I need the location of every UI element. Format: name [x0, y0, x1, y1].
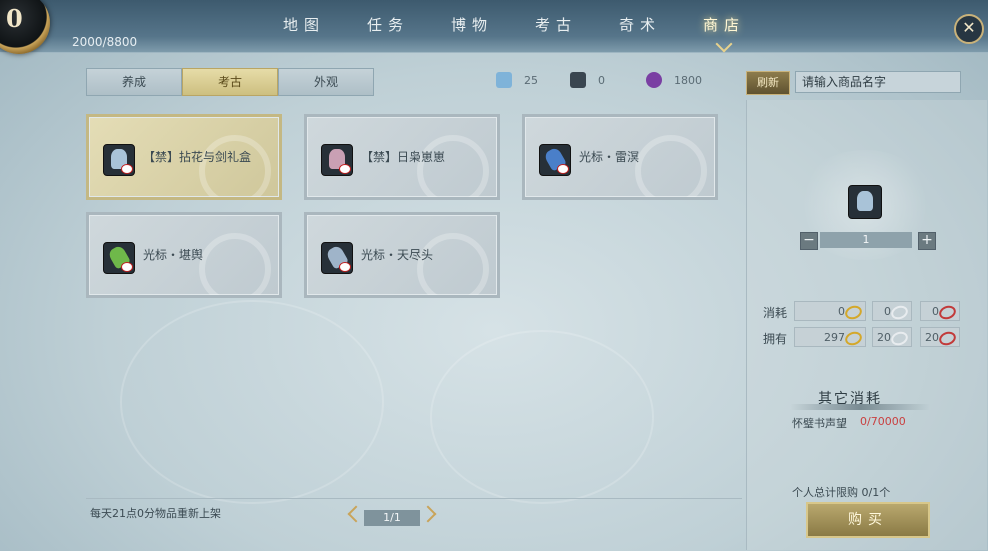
- quantity-field[interactable]: 1: [820, 232, 912, 248]
- cost-value: 0: [838, 305, 845, 318]
- item-card[interactable]: 光标・堪舆: [86, 212, 282, 298]
- item-name: 【禁】日枭崽崽: [361, 150, 446, 164]
- crystal-icon: [496, 72, 512, 88]
- item-card[interactable]: 【禁】日枭崽崽: [304, 114, 500, 200]
- red-coin-icon: [937, 303, 958, 322]
- tab-archaeology[interactable]: 考古: [182, 68, 278, 96]
- purchase-limit-text: 个人总计限购 0/1个: [792, 486, 891, 499]
- item-name: 光标・雷溟: [579, 150, 640, 164]
- nav-arts[interactable]: 奇术: [598, 14, 682, 42]
- owned-value: 20: [925, 331, 939, 344]
- cost-red: 0: [920, 301, 960, 322]
- owned-value: 297: [824, 331, 845, 344]
- currency-feather: 0: [570, 72, 605, 88]
- red-coin-icon: [937, 329, 958, 348]
- item-card[interactable]: 【禁】拈花与剑礼盒: [86, 114, 282, 200]
- emblem-value: 0: [6, 4, 23, 33]
- tab-cultivation[interactable]: 养成: [86, 68, 182, 96]
- background-swirl: [120, 300, 384, 504]
- owned-red: 20: [920, 327, 960, 348]
- reputation-label: 怀璧书声望: [792, 417, 847, 430]
- currency-orb: 1800: [646, 72, 702, 88]
- nav-museum[interactable]: 博物: [430, 14, 514, 42]
- feather-icon: [570, 72, 586, 88]
- character-icon: [103, 144, 135, 176]
- nav-shop[interactable]: 商店: [682, 14, 766, 42]
- owned-silver: 20: [872, 327, 912, 348]
- emblem-icon[interactable]: 0: [0, 0, 50, 54]
- card-swirl: [417, 135, 489, 197]
- progress-text: 2000/8800: [72, 35, 138, 49]
- cursor-icon: [321, 242, 353, 274]
- quantity-plus-button[interactable]: +: [918, 232, 936, 250]
- currency-value: 1800: [674, 73, 702, 87]
- cost-silver: 0: [872, 301, 912, 322]
- owned-gold: 297: [794, 327, 866, 348]
- reputation-value: 0/70000: [860, 415, 906, 428]
- item-name: 【禁】拈花与剑礼盒: [143, 150, 252, 164]
- owned-value: 20: [877, 331, 891, 344]
- brush-divider: [790, 404, 930, 410]
- gold-coin-icon: [843, 329, 864, 348]
- silver-coin-icon: [889, 329, 910, 348]
- cost-value: 0: [932, 305, 939, 318]
- orb-icon: [646, 72, 662, 88]
- preview-character-icon: [848, 185, 882, 219]
- item-name: 光标・堪舆: [143, 248, 204, 262]
- cost-gold: 0: [794, 301, 866, 322]
- top-bar: 0 2000/8800 地图 任务 博物 考古 奇术 商店 ✕: [0, 0, 988, 54]
- card-swirl: [635, 135, 707, 197]
- card-swirl: [199, 233, 271, 295]
- buy-button[interactable]: 购买: [806, 502, 930, 538]
- gold-coin-icon: [843, 303, 864, 322]
- page-indicator: 1/1: [364, 510, 420, 526]
- main-nav: 地图 任务 博物 考古 奇术 商店: [262, 14, 766, 42]
- item-card[interactable]: 光标・雷溟: [522, 114, 718, 200]
- nav-map[interactable]: 地图: [262, 14, 346, 42]
- currency-value: 25: [524, 73, 538, 87]
- item-card[interactable]: 光标・天尽头: [304, 212, 500, 298]
- tab-appearance[interactable]: 外观: [278, 68, 374, 96]
- refresh-button[interactable]: 刷新: [746, 71, 790, 95]
- restock-notice: 每天21点0分物品重新上架: [90, 507, 221, 520]
- nav-archaeology[interactable]: 考古: [514, 14, 598, 42]
- cursor-icon: [539, 144, 571, 176]
- quantity-minus-button[interactable]: −: [800, 232, 818, 250]
- currency-crystal: 25: [496, 72, 538, 88]
- cost-label: 消耗: [763, 306, 788, 320]
- currency-value: 0: [598, 73, 605, 87]
- card-swirl: [199, 135, 271, 197]
- background-swirl: [430, 330, 654, 504]
- silver-coin-icon: [889, 303, 910, 322]
- item-name: 光标・天尽头: [361, 248, 434, 262]
- close-button[interactable]: ✕: [954, 14, 984, 44]
- footer-divider: [86, 498, 742, 499]
- card-swirl: [417, 233, 489, 295]
- character-icon: [321, 144, 353, 176]
- owned-label: 拥有: [763, 332, 788, 346]
- next-page-icon[interactable]: [419, 505, 437, 523]
- cost-value: 0: [884, 305, 891, 318]
- search-input[interactable]: [795, 71, 961, 93]
- nav-tasks[interactable]: 任务: [346, 14, 430, 42]
- cursor-icon: [103, 242, 135, 274]
- prev-page-icon[interactable]: [347, 505, 365, 523]
